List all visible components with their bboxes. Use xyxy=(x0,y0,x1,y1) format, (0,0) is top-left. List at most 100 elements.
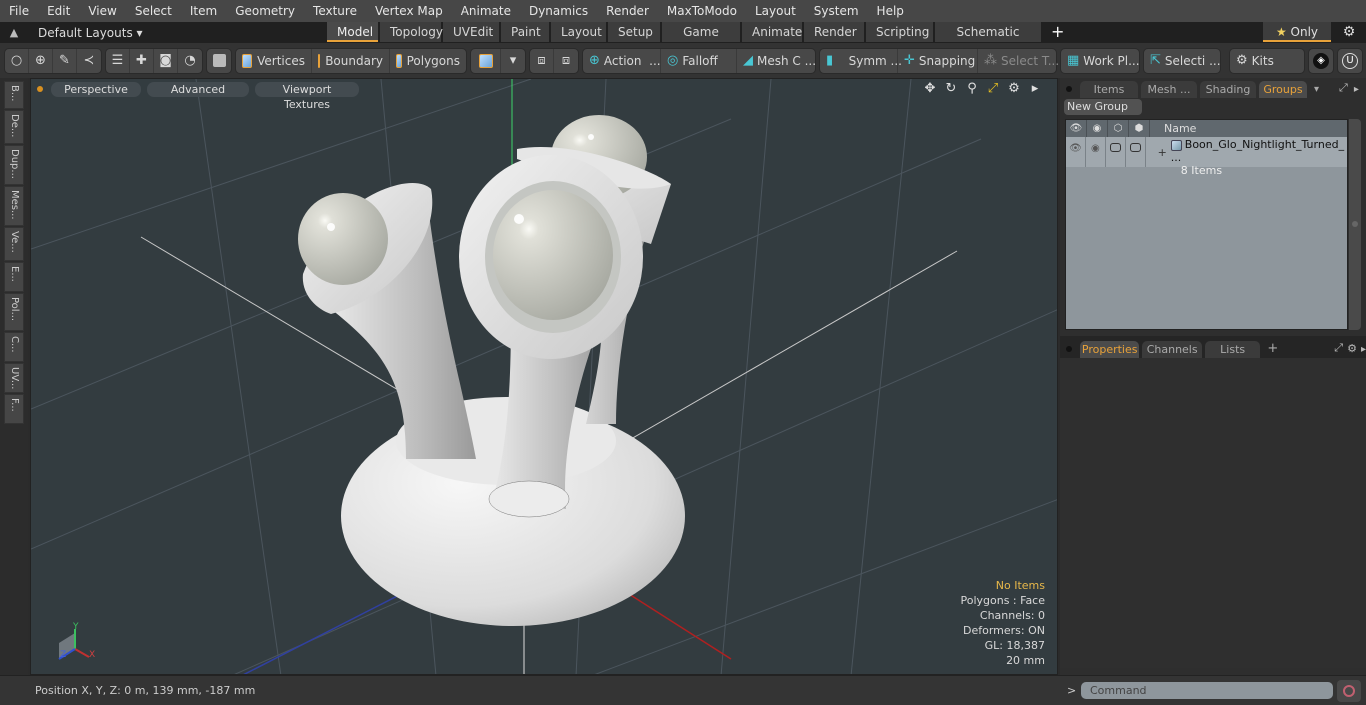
menu-dynamics[interactable]: Dynamics xyxy=(520,0,597,22)
zoom-icon[interactable]: ⚲ xyxy=(964,81,980,96)
menu-select[interactable]: Select xyxy=(126,0,181,22)
path-icon[interactable]: ≺ xyxy=(77,49,101,73)
square-circle-icon[interactable]: ◙ xyxy=(154,48,178,73)
group-row[interactable]: 👁 ◉ + Boon_Glo_Nightlight_Turned_ ... 8 … xyxy=(1066,137,1347,177)
mesh-constraint-button[interactable]: ◢ Mesh C ... xyxy=(737,49,816,73)
menu-layout[interactable]: Layout xyxy=(746,0,805,22)
gear-icon[interactable]: ⚙ xyxy=(1338,22,1360,42)
visibility-toggle-icon[interactable]: 👁 xyxy=(1066,137,1086,167)
tab-setup[interactable]: Setup xyxy=(608,22,660,42)
unreal-icon[interactable]: U xyxy=(1338,49,1362,73)
tab-channels[interactable]: Channels xyxy=(1142,341,1202,358)
tab-paint[interactable]: Paint xyxy=(501,22,549,42)
circle-select-icon[interactable]: ○ xyxy=(5,48,29,73)
panel-options-dot[interactable] xyxy=(1066,86,1072,92)
groups-scrollbar[interactable] xyxy=(1349,119,1361,330)
viewport-textures-button[interactable]: Viewport Textures xyxy=(255,81,359,111)
tab-items[interactable]: Items xyxy=(1080,81,1138,98)
globe-icon[interactable]: ⊕ xyxy=(29,48,53,73)
select-column-icon[interactable]: ⬢ xyxy=(1129,120,1150,137)
left-tab-vertex[interactable]: Ve... xyxy=(4,227,24,261)
default-layouts-dropdown[interactable]: Default Layouts ▾ xyxy=(38,26,328,40)
collapse-up-icon[interactable]: ▲ xyxy=(0,26,28,39)
add-tab-button[interactable]: + xyxy=(1043,22,1072,43)
work-plane-button[interactable]: ▦ Work Pl... xyxy=(1061,49,1140,73)
tab-lists[interactable]: Lists xyxy=(1204,341,1261,358)
properties-options-dot[interactable] xyxy=(1066,346,1072,352)
properties-maximize-icon[interactable]: ⤢ xyxy=(1334,341,1343,355)
tab-mesh[interactable]: Mesh ... xyxy=(1141,81,1197,98)
left-tab-uv[interactable]: UV... xyxy=(4,363,24,393)
new-group-button[interactable]: New Group xyxy=(1064,99,1142,115)
action-center-button[interactable]: ⊕ Action ... xyxy=(583,48,661,73)
render-column-icon[interactable]: ◉ xyxy=(1087,120,1108,137)
select-through-button[interactable]: ⁂ Select T... xyxy=(978,49,1059,73)
expand-arrow-icon[interactable]: ▸ xyxy=(1027,81,1043,96)
menu-texture[interactable]: Texture xyxy=(304,0,366,22)
menu-view[interactable]: View xyxy=(79,0,125,22)
menu-animate[interactable]: Animate xyxy=(452,0,520,22)
add-properties-tab-button[interactable]: + xyxy=(1267,341,1278,356)
tab-properties[interactable]: Properties xyxy=(1079,341,1140,358)
left-tab-polygon[interactable]: Pol... xyxy=(4,293,24,331)
selection-sets-button[interactable]: ⇱ Selecti ... xyxy=(1144,49,1221,73)
kits-button[interactable]: ⚙ Kits xyxy=(1230,49,1304,73)
align-icon[interactable]: ☰ xyxy=(106,48,130,73)
pivot-icon[interactable]: ⧈ xyxy=(530,48,554,73)
left-tab-edge[interactable]: E... xyxy=(4,262,24,292)
rotate-icon[interactable]: ↻ xyxy=(943,81,959,96)
dial-icon[interactable]: ◔ xyxy=(178,49,202,73)
tab-schematic-fusion[interactable]: Schematic Fusion xyxy=(935,22,1041,59)
pan-icon[interactable]: ✥ xyxy=(922,81,938,96)
viewport-gear-icon[interactable]: ⚙ xyxy=(1006,81,1022,96)
tab-animate[interactable]: Animate xyxy=(742,22,802,42)
only-toggle[interactable]: ★ Only xyxy=(1263,22,1331,42)
menu-system[interactable]: System xyxy=(805,0,868,22)
pen-icon[interactable]: ✎ xyxy=(53,48,77,73)
left-tab-deform[interactable]: De... xyxy=(4,110,24,144)
properties-arrow-icon[interactable]: ▸ xyxy=(1361,344,1366,355)
viewport-options-dot[interactable] xyxy=(37,86,43,92)
center-icon[interactable]: ⧈ xyxy=(554,49,578,73)
command-input[interactable]: Command xyxy=(1081,682,1333,699)
unity-icon[interactable]: ◈ xyxy=(1309,49,1333,73)
menu-vertex-map[interactable]: Vertex Map xyxy=(366,0,452,22)
tab-groups[interactable]: Groups xyxy=(1259,81,1307,98)
tab-scripting[interactable]: Scripting xyxy=(866,22,933,42)
symmetry-button[interactable]: ▮ Symm ... xyxy=(820,48,902,73)
tabs-dropdown-icon[interactable]: ▾ xyxy=(1314,84,1319,95)
left-tab-fusion[interactable]: F... xyxy=(4,394,24,424)
left-tab-mesh-edit[interactable]: Mes... xyxy=(4,186,24,226)
menu-help[interactable]: Help xyxy=(868,0,913,22)
tab-game-tools[interactable]: Game Tools xyxy=(662,22,740,59)
panel-maximize-icon[interactable]: ⤢ xyxy=(1339,81,1348,95)
tab-render[interactable]: Render xyxy=(804,22,864,42)
maximize-icon[interactable]: ⤢ xyxy=(985,81,1001,96)
3d-viewport[interactable]: Y X Z Perspective Advanced Viewport Text… xyxy=(30,78,1058,675)
menu-item[interactable]: Item xyxy=(181,0,226,22)
menu-file[interactable]: File xyxy=(0,0,38,22)
menu-render[interactable]: Render xyxy=(597,0,658,22)
expand-group-icon[interactable]: + xyxy=(1158,146,1167,167)
select-toggle[interactable] xyxy=(1126,137,1146,167)
chevron-down-icon[interactable]: ▾ xyxy=(501,49,525,73)
boundary-button[interactable]: Boundary xyxy=(312,48,390,73)
perspective-button[interactable]: Perspective xyxy=(51,81,141,97)
properties-gear-icon[interactable]: ⚙ xyxy=(1347,342,1357,355)
menu-edit[interactable]: Edit xyxy=(38,0,79,22)
menu-geometry[interactable]: Geometry xyxy=(226,0,304,22)
left-tab-curve[interactable]: C... xyxy=(4,332,24,362)
advanced-button[interactable]: Advanced xyxy=(147,81,249,97)
render-toggle-icon[interactable]: ◉ xyxy=(1086,137,1106,167)
item-cube-icon[interactable] xyxy=(207,49,231,73)
uv-cross-icon[interactable]: ✚ xyxy=(130,48,154,73)
lock-column-icon[interactable]: ⬡ xyxy=(1108,120,1129,137)
record-macro-button[interactable] xyxy=(1337,680,1361,702)
visibility-column-icon[interactable]: 👁 xyxy=(1066,120,1087,137)
panel-arrow-icon[interactable]: ▸ xyxy=(1354,84,1359,95)
vertices-button[interactable]: Vertices xyxy=(236,48,312,73)
material-cube-icon[interactable] xyxy=(471,48,501,73)
menu-maxtomodo[interactable]: MaxToModo xyxy=(658,0,746,22)
polygons-button[interactable]: Polygons xyxy=(390,49,466,73)
falloff-button[interactable]: ◎ Falloff xyxy=(661,48,737,73)
